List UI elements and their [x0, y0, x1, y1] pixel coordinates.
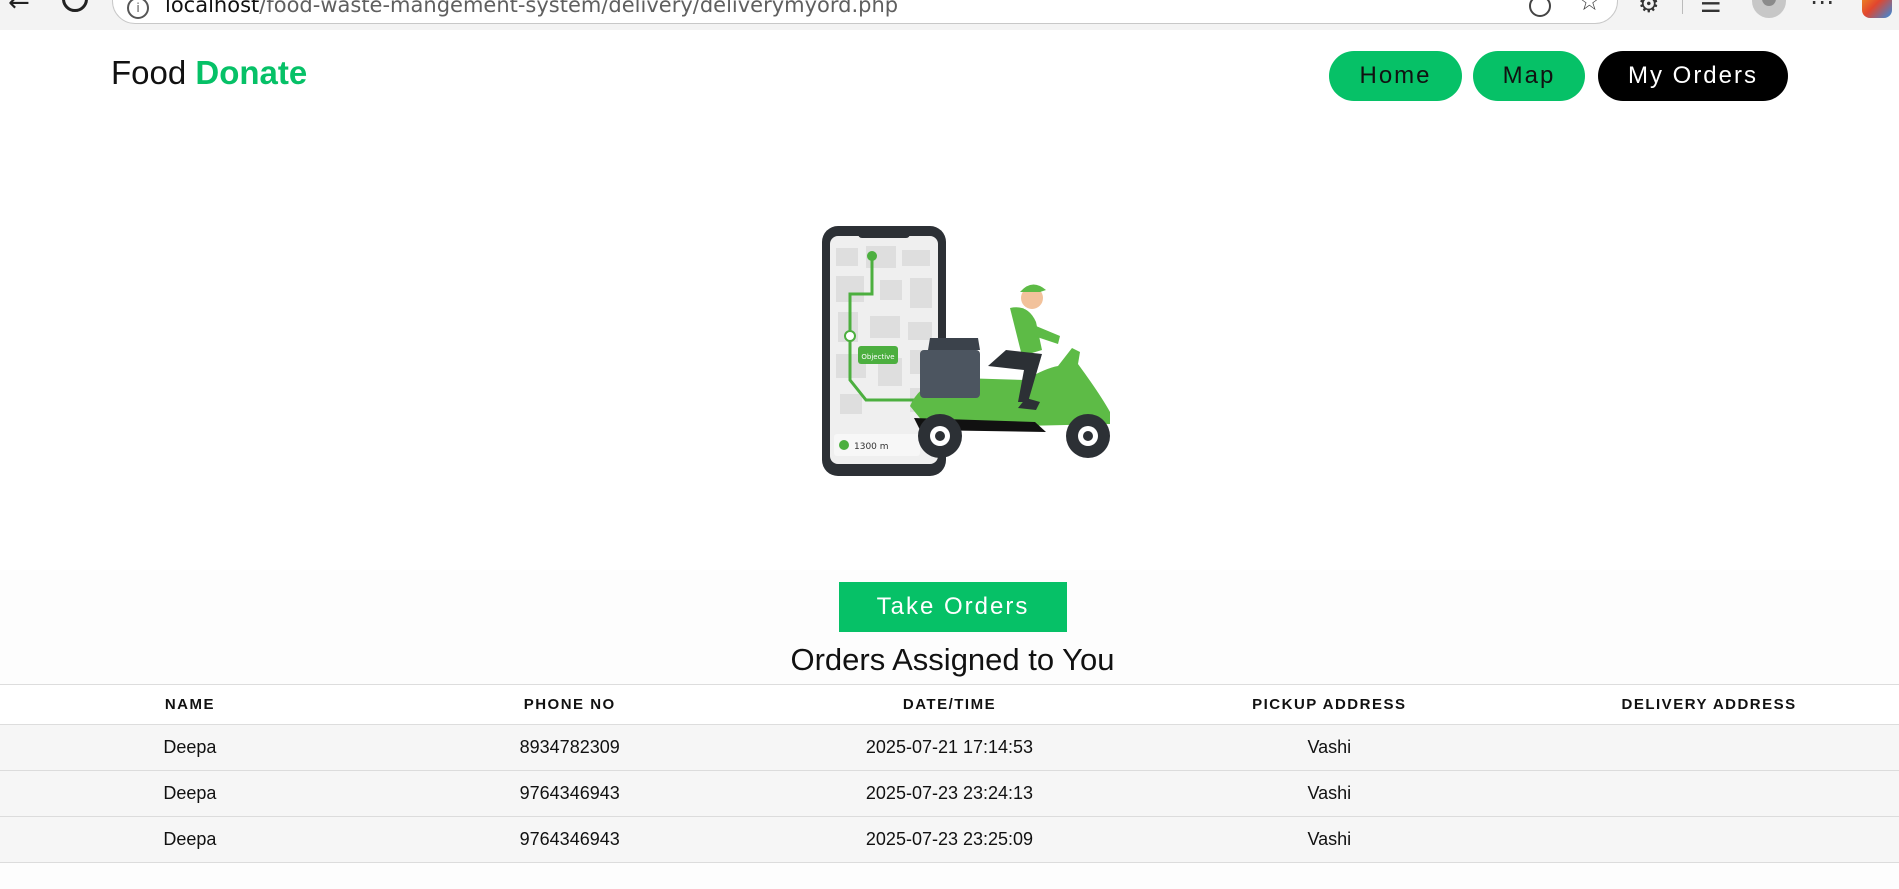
search-icon[interactable] — [1529, 0, 1551, 17]
cell-name: Deepa — [0, 816, 380, 863]
star-icon[interactable]: ☆ — [1578, 0, 1601, 17]
map-label: Objective — [861, 353, 894, 361]
nav-my-orders-button[interactable]: My Orders — [1598, 51, 1788, 101]
extensions-icon[interactable]: ⚙ — [1638, 0, 1660, 18]
browser-toolbar: ← i localhost/food-waste-mangement-syste… — [0, 0, 1899, 30]
column-header-phone: PHONE NO — [379, 684, 760, 725]
take-orders-button[interactable]: Take Orders — [839, 582, 1067, 632]
copilot-icon[interactable] — [1862, 0, 1892, 18]
nav-map-button[interactable]: Map — [1473, 51, 1585, 101]
toolbar-divider — [1682, 0, 1683, 14]
nav-home-button[interactable]: Home — [1329, 51, 1462, 101]
site-header: Food Donate Home Map My Orders — [0, 30, 1899, 120]
delivery-illustration: Objective 1300 m — [822, 226, 1110, 476]
column-header-delivery: DELIVERY ADDRESS — [1519, 684, 1899, 725]
address-bar[interactable]: i localhost/food-waste-mangement-system/… — [112, 0, 1618, 24]
reload-icon[interactable] — [62, 0, 88, 12]
logo-second-word: Donate — [195, 54, 308, 91]
back-arrow-icon[interactable]: ← — [8, 0, 38, 18]
url-text: localhost/food-waste-mangement-system/de… — [165, 0, 898, 17]
cell-phone: 8934782309 — [379, 724, 760, 771]
column-header-name: NAME — [0, 684, 380, 725]
table-header-row: NAME PHONE NO DATE/TIME PICKUP ADDRESS D… — [0, 684, 1899, 725]
cell-delivery — [1519, 770, 1899, 817]
cell-name: Deepa — [0, 770, 380, 817]
url-host: localhost — [165, 0, 260, 17]
cell-pickup: Vashi — [1139, 816, 1520, 863]
cell-phone: 9764346943 — [379, 770, 760, 817]
cell-datetime: 2025-07-23 23:24:13 — [759, 770, 1140, 817]
table-row: Deepa 9764346943 2025-07-23 23:24:13 Vas… — [0, 770, 1899, 817]
logo-first-word: Food — [111, 54, 187, 91]
url-path: /food-waste-mangement-system/delivery/de… — [259, 0, 899, 17]
cell-pickup: Vashi — [1139, 770, 1520, 817]
column-header-pickup: PICKUP ADDRESS — [1139, 684, 1520, 725]
cell-phone: 9764346943 — [379, 816, 760, 863]
cell-delivery — [1519, 724, 1899, 771]
more-icon[interactable]: ⋯ — [1810, 0, 1835, 16]
cell-datetime: 2025-07-23 23:25:09 — [759, 816, 1140, 863]
table-row: Deepa 9764346943 2025-07-23 23:25:09 Vas… — [0, 816, 1899, 863]
favorites-icon[interactable]: ☰ — [1700, 0, 1722, 18]
orders-title: Orders Assigned to You — [790, 642, 1115, 677]
distance-label: 1300 m — [854, 442, 889, 452]
info-icon[interactable]: i — [127, 0, 149, 19]
cell-name: Deepa — [0, 724, 380, 771]
cell-pickup: Vashi — [1139, 724, 1520, 771]
column-header-datetime: DATE/TIME — [759, 684, 1140, 725]
cell-delivery — [1519, 816, 1899, 863]
profile-avatar-icon[interactable] — [1752, 0, 1786, 18]
site-logo[interactable]: Food Donate — [111, 54, 307, 92]
orders-table: NAME PHONE NO DATE/TIME PICKUP ADDRESS D… — [0, 684, 1899, 863]
table-row: Deepa 8934782309 2025-07-21 17:14:53 Vas… — [0, 724, 1899, 771]
cell-datetime: 2025-07-21 17:14:53 — [759, 724, 1140, 771]
